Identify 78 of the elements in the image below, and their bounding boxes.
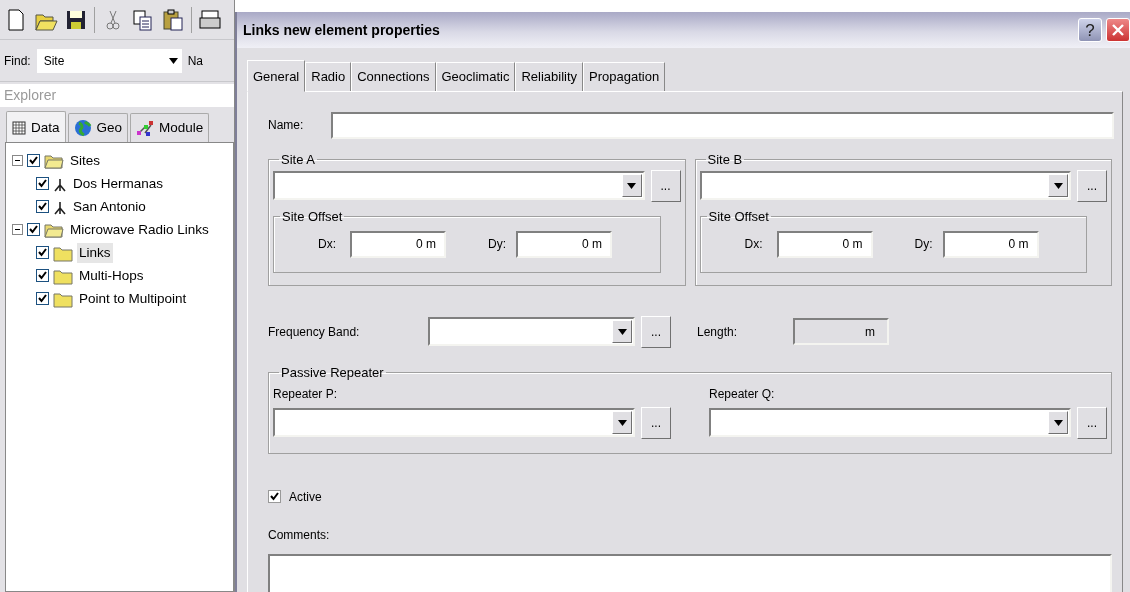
tab[interactable]: Connections — [351, 62, 436, 91]
help-button[interactable]: ? — [1078, 18, 1102, 42]
tab[interactable]: Reliability — [515, 62, 584, 91]
name-field[interactable] — [331, 111, 1114, 139]
checkbox[interactable] — [268, 490, 281, 503]
checkbox[interactable] — [36, 200, 49, 214]
offset-field[interactable]: 0 m — [942, 230, 1039, 258]
tab[interactable]: Radio — [305, 62, 352, 91]
explorer-tab[interactable]: Data — [6, 111, 66, 143]
collapse-icon[interactable] — [12, 155, 23, 167]
window-title: Links new element properties — [243, 20, 440, 40]
group-title: Site B — [706, 152, 744, 166]
globe-icon — [73, 119, 92, 138]
checkbox[interactable] — [27, 154, 40, 168]
tree-item[interactable]: Dos Hermanas — [71, 173, 166, 194]
dropdown-field[interactable] — [273, 408, 635, 437]
field-label: Na — [187, 52, 204, 70]
checkbox-label: Active — [289, 488, 322, 506]
tree-item[interactable]: Point to Multipoint — [77, 288, 189, 309]
field-label: Dx: — [317, 236, 337, 253]
browse-button[interactable]: ... — [650, 169, 681, 202]
tab[interactable]: Propagation — [583, 62, 666, 91]
clipboard-icon[interactable] — [161, 7, 185, 32]
collapse-icon[interactable] — [12, 224, 23, 236]
dropdown-field[interactable] — [428, 317, 635, 346]
checkbox[interactable] — [27, 223, 40, 237]
panel-title: Explorer — [0, 84, 234, 107]
browse-button[interactable]: ... — [1077, 169, 1107, 202]
dropdown-field[interactable] — [273, 171, 645, 200]
modules-icon — [136, 119, 155, 138]
browse-button[interactable]: ... — [641, 315, 671, 348]
field-label: Frequency Band: — [268, 323, 361, 341]
field-label: Repeater Q: — [709, 385, 776, 403]
field-label: Dy: — [913, 236, 934, 253]
dropdown-arrow-icon — [617, 419, 627, 426]
group-title: Site Offset — [707, 209, 770, 223]
explorer-tab[interactable]: Module — [130, 113, 210, 143]
copy-icon[interactable] — [131, 7, 155, 32]
offset-field[interactable]: 0 m — [776, 230, 873, 258]
printer-icon[interactable] — [198, 7, 222, 32]
dropdown-arrow-icon — [617, 328, 627, 335]
group-title: Site Offset — [281, 209, 344, 223]
tab[interactable]: General — [247, 60, 306, 92]
browse-button[interactable]: ... — [641, 406, 671, 439]
length-field: m — [793, 318, 889, 345]
group-title: Passive Repeater — [280, 365, 385, 379]
field-label: Dx: — [743, 236, 764, 253]
table-icon — [12, 121, 26, 136]
tab[interactable]: Geoclimatic — [435, 62, 516, 91]
field-label: Repeater P: — [273, 385, 339, 403]
field-label: Comments: — [268, 526, 330, 544]
tree-item[interactable]: San Antonio — [71, 196, 148, 217]
find-dropdown[interactable]: Site — [36, 48, 182, 73]
tree-item[interactable]: Sites — [68, 150, 102, 171]
tree-item[interactable]: Microwave Radio Links — [68, 219, 211, 240]
checkbox[interactable] — [36, 177, 49, 191]
offset-field[interactable]: 0 m — [350, 230, 446, 258]
offset-field[interactable]: 0 m — [516, 230, 612, 258]
checkbox[interactable] — [36, 246, 49, 260]
close-button[interactable] — [1106, 18, 1130, 42]
group-title: Site A — [280, 152, 316, 166]
field-label: Name: — [268, 117, 305, 134]
dropdown-arrow-icon — [1053, 419, 1063, 426]
dropdown-arrow-icon — [627, 182, 636, 189]
explorer-tab[interactable]: Geo — [67, 113, 129, 143]
find-label: Find: — [4, 52, 31, 70]
dropdown-arrow-icon — [168, 57, 178, 64]
browse-button[interactable]: ... — [1077, 406, 1107, 439]
dropdown-field[interactable] — [699, 171, 1071, 200]
checkbox[interactable] — [36, 292, 49, 306]
tree-item[interactable]: Links — [77, 242, 113, 263]
tree-item[interactable]: Multi-Hops — [77, 265, 146, 286]
dropdown-field[interactable] — [709, 408, 1071, 437]
close-icon — [1111, 23, 1125, 37]
field-label: Dy: — [487, 236, 507, 253]
field-label: Length: — [697, 323, 739, 341]
dropdown-arrow-icon — [1053, 182, 1063, 189]
checkbox[interactable] — [36, 269, 49, 283]
